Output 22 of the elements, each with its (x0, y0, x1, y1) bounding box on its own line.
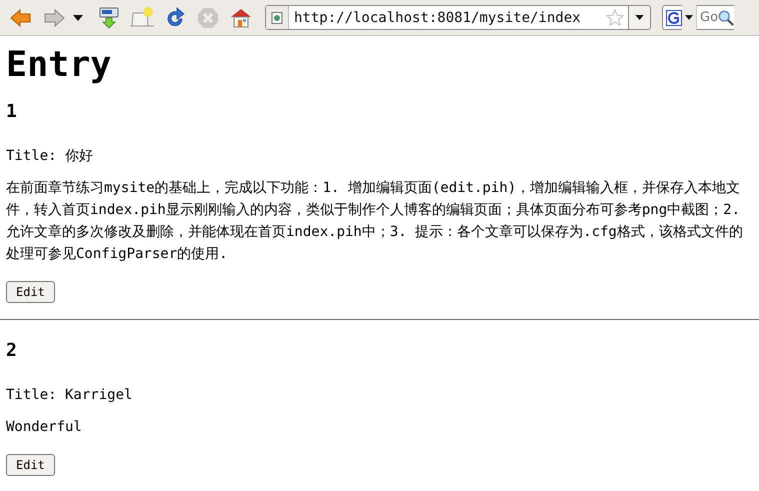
caret-icon (635, 15, 644, 20)
url-text: http://localhost:8081/mysite/index (293, 10, 582, 26)
entry-title: Title: Karrigel (6, 386, 134, 405)
entry-title: Title: 你好 (6, 147, 94, 166)
dropdown-button[interactable] (629, 5, 651, 30)
entry-body: 在前面章节练习mysite的基础上，完成以下功能：1. 增加编辑页面(edit.pih)，增加编辑输入框，并保存入本地文件，转入首页index.pih显示刚刚输入的内容，类似于制作个人博客的编辑页面；具体页面分布可参考png中截图；2. 允许文章的多次修改及删除，并能体现在首页index.pih中；3. 提示：各个文章可以保存为.cfg格式，该格式文件的处理可参见ConfigParser的使用. (6, 179, 744, 264)
download-icon[interactable] (96, 6, 120, 30)
entry-number: 2 (6, 340, 18, 362)
edit-button[interactable]: Edit (6, 281, 55, 303)
entry-number: 1 (6, 101, 18, 123)
star-icon[interactable] (606, 8, 624, 26)
search-engine-icon[interactable] (662, 5, 682, 30)
page-star-icon[interactable] (128, 6, 154, 30)
page-icon (266, 6, 289, 29)
caret-icon[interactable] (73, 14, 83, 20)
search-icon[interactable] (718, 10, 734, 26)
address-field[interactable]: http://localhost:8081/mysite/index (265, 5, 629, 30)
page-heading: Entry (6, 45, 112, 85)
entry-body: Wonderful (6, 418, 83, 437)
edit-button[interactable]: Edit (6, 454, 55, 476)
search-field[interactable]: Go (696, 5, 718, 30)
caret-icon[interactable] (685, 15, 693, 20)
